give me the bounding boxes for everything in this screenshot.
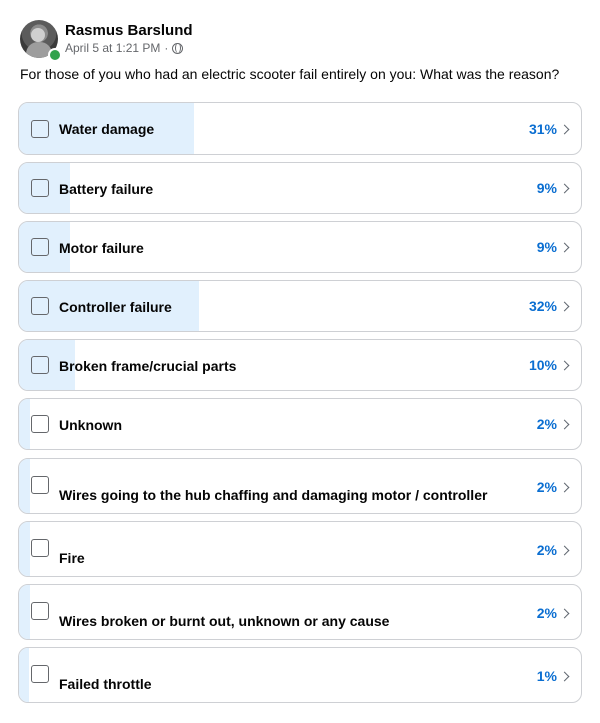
poll-option-percent[interactable]: 1% <box>537 668 557 684</box>
poll-option[interactable]: Battery failure 9% <box>18 162 582 214</box>
online-status-icon <box>48 48 62 62</box>
poll-option-label: Water damage <box>59 121 155 137</box>
chevron-right-icon[interactable] <box>559 183 570 194</box>
chevron-right-icon[interactable] <box>559 608 570 619</box>
poll-option[interactable]: Water damage 31% <box>18 102 582 155</box>
post-meta: April 5 at 1:21 PM · <box>65 41 184 55</box>
poll-option-label: Wires broken or burnt out, unknown or an… <box>59 613 390 629</box>
poll-option-checkbox[interactable] <box>31 415 49 433</box>
poll-question: For those of you who had an electric sco… <box>20 66 560 82</box>
poll-option-checkbox[interactable] <box>31 539 49 557</box>
poll-option-checkbox[interactable] <box>31 297 49 315</box>
poll-option-checkbox[interactable] <box>31 356 49 374</box>
chevron-right-icon[interactable] <box>559 242 570 253</box>
chevron-right-icon[interactable] <box>559 545 570 556</box>
poll-option-percent[interactable]: 31% <box>529 121 557 137</box>
chevron-right-icon[interactable] <box>559 482 570 493</box>
post-header: Rasmus Barslund April 5 at 1:21 PM · <box>20 18 580 62</box>
avatar-head <box>31 28 45 42</box>
author-name[interactable]: Rasmus Barslund <box>65 22 193 39</box>
poll-option-fill <box>19 648 29 702</box>
poll-option-label: Broken frame/crucial parts <box>59 358 237 374</box>
poll-option[interactable]: Wires broken or burnt out, unknown or an… <box>18 584 582 640</box>
poll-option-label: Motor failure <box>59 240 144 256</box>
poll-option-checkbox[interactable] <box>31 238 49 256</box>
poll-option-percent[interactable]: 32% <box>529 298 557 314</box>
poll-option[interactable]: Controller failure 32% <box>18 280 582 332</box>
poll-option-percent[interactable]: 10% <box>529 357 557 373</box>
poll-option-label: Battery failure <box>59 181 154 197</box>
poll-option[interactable]: Failed throttle 1% <box>18 647 582 703</box>
poll-option-label: Controller failure <box>59 299 172 315</box>
poll-option-label: Unknown <box>59 417 122 433</box>
poll-option-fill <box>19 522 31 576</box>
poll-option[interactable]: Motor failure 9% <box>18 221 582 273</box>
chevron-right-icon[interactable] <box>559 360 570 371</box>
chevron-right-icon[interactable] <box>559 124 570 135</box>
poll-option-percent[interactable]: 2% <box>537 542 557 558</box>
chevron-right-icon[interactable] <box>559 419 570 430</box>
chevron-right-icon[interactable] <box>559 301 570 312</box>
poll-option-fill <box>19 399 31 449</box>
poll-option-percent[interactable]: 2% <box>537 479 557 495</box>
chevron-right-icon[interactable] <box>559 671 570 682</box>
poll-option-label: Failed throttle <box>59 676 152 692</box>
poll-option-percent[interactable]: 9% <box>537 239 557 255</box>
poll-option[interactable]: Fire 2% <box>18 521 582 577</box>
post-date[interactable]: April 5 at 1:21 PM <box>65 41 160 55</box>
poll-option-percent[interactable]: 9% <box>537 180 557 196</box>
poll-option-checkbox[interactable] <box>31 602 49 620</box>
poll-option-checkbox[interactable] <box>31 120 49 138</box>
meta-separator: · <box>164 41 169 55</box>
poll-option[interactable]: Broken frame/crucial parts 10% <box>18 339 582 391</box>
poll-option-label: Wires going to the hub chaffing and dama… <box>59 487 488 503</box>
poll-option-fill <box>19 585 31 639</box>
poll-option[interactable]: Wires going to the hub chaffing and dama… <box>18 458 582 514</box>
globe-icon[interactable] <box>172 42 184 54</box>
poll-option-checkbox[interactable] <box>31 179 49 197</box>
poll-option[interactable]: Unknown 2% <box>18 398 582 450</box>
poll-option-fill <box>19 459 31 513</box>
poll-option-percent[interactable]: 2% <box>537 605 557 621</box>
poll-option-checkbox[interactable] <box>31 665 49 683</box>
poll-option-percent[interactable]: 2% <box>537 416 557 432</box>
poll-option-label: Fire <box>59 550 85 566</box>
poll-option-checkbox[interactable] <box>31 476 49 494</box>
